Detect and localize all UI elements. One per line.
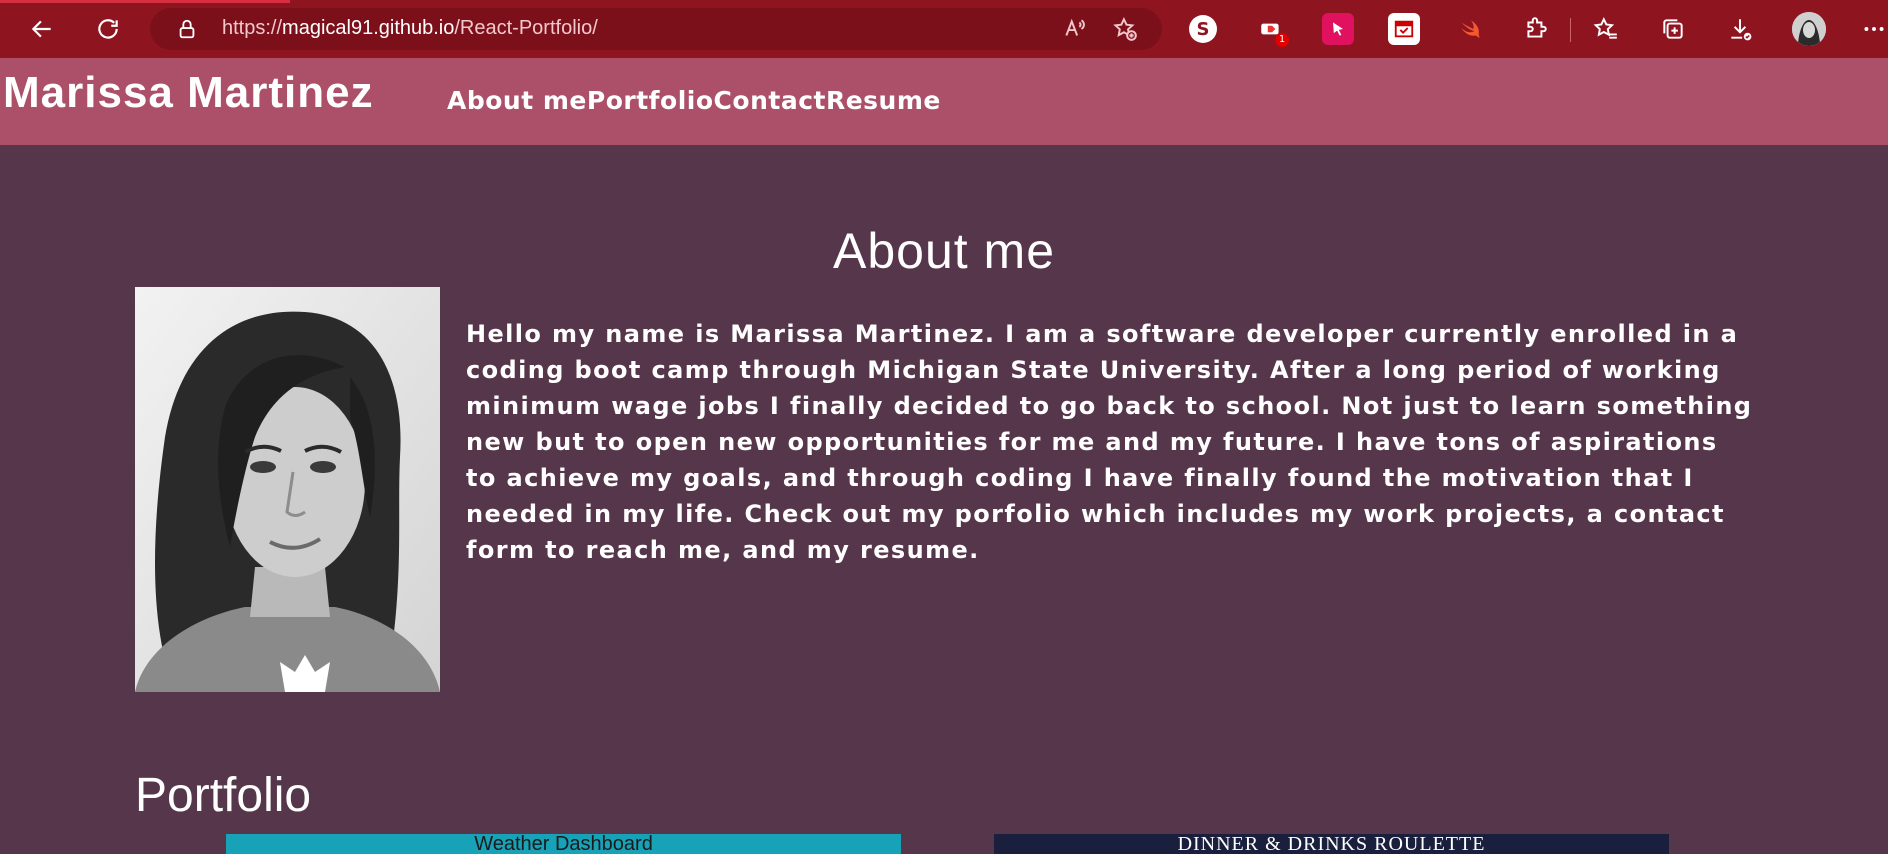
address-bar[interactable]: https://magical91.github.io/React-Portfo…	[150, 8, 1162, 50]
about-paragraph: Hello my name is Marissa Martinez. I am …	[466, 320, 1753, 564]
profile-photo	[135, 287, 440, 692]
url-host: magical91.github.io	[282, 17, 455, 39]
url-path: /React-Portfolio/	[454, 17, 598, 39]
portfolio-title: Portfolio	[135, 769, 312, 822]
s-extension-letter: S	[1196, 18, 1210, 40]
portfolio-card-dinner[interactable]: DINNER & DRINKS ROULETTE	[994, 834, 1669, 854]
read-aloud-icon[interactable]	[1062, 16, 1088, 42]
main-nav: About me Portfolio Contact Resume	[447, 86, 941, 115]
nav-about-me[interactable]: About me	[447, 86, 587, 115]
dinner-card-caption: DINNER & DRINKS ROULETTE	[1177, 834, 1486, 854]
calendar-extension-icon[interactable]	[1388, 13, 1420, 45]
extension-badge: 1	[1275, 33, 1289, 47]
active-tab-indicator	[0, 0, 290, 3]
back-icon[interactable]	[24, 11, 60, 47]
pink-cursor-extension-icon[interactable]	[1322, 13, 1354, 45]
browser-toolbar: https://magical91.github.io/React-Portfo…	[0, 0, 1888, 58]
portrait-illustration	[135, 287, 440, 692]
collections-icon[interactable]	[1657, 13, 1689, 45]
url-prefix: https://	[222, 17, 283, 39]
nav-portfolio[interactable]: Portfolio	[587, 86, 714, 115]
weather-card-caption: Weather Dashboard	[474, 834, 653, 854]
profile-avatar[interactable]	[1792, 12, 1826, 46]
nav-contact[interactable]: Contact	[714, 86, 826, 115]
lock-icon[interactable]	[176, 18, 198, 40]
downloads-icon[interactable]	[1724, 13, 1756, 45]
toolbar-separator	[1570, 18, 1571, 42]
portfolio-card-weather[interactable]: Weather Dashboard	[226, 834, 901, 854]
puzzle-extensions-icon[interactable]	[1520, 13, 1552, 45]
refresh-icon[interactable]	[90, 11, 126, 47]
about-title: About me	[832, 223, 1055, 279]
swift-icon[interactable]	[1454, 13, 1486, 45]
site-header: Marissa Martinez About me Portfolio Cont…	[0, 58, 1888, 145]
url-text[interactable]: https://magical91.github.io/React-Portfo…	[222, 17, 598, 40]
nav-resume[interactable]: Resume	[826, 86, 941, 115]
add-favorite-icon[interactable]	[1112, 16, 1138, 42]
more-icon[interactable]	[1858, 13, 1888, 45]
site-brand[interactable]: Marissa Martinez	[3, 68, 374, 118]
s-extension-icon[interactable]: S	[1189, 15, 1217, 43]
favorites-icon[interactable]	[1590, 13, 1622, 45]
red-extension-icon[interactable]: 1	[1255, 13, 1289, 47]
